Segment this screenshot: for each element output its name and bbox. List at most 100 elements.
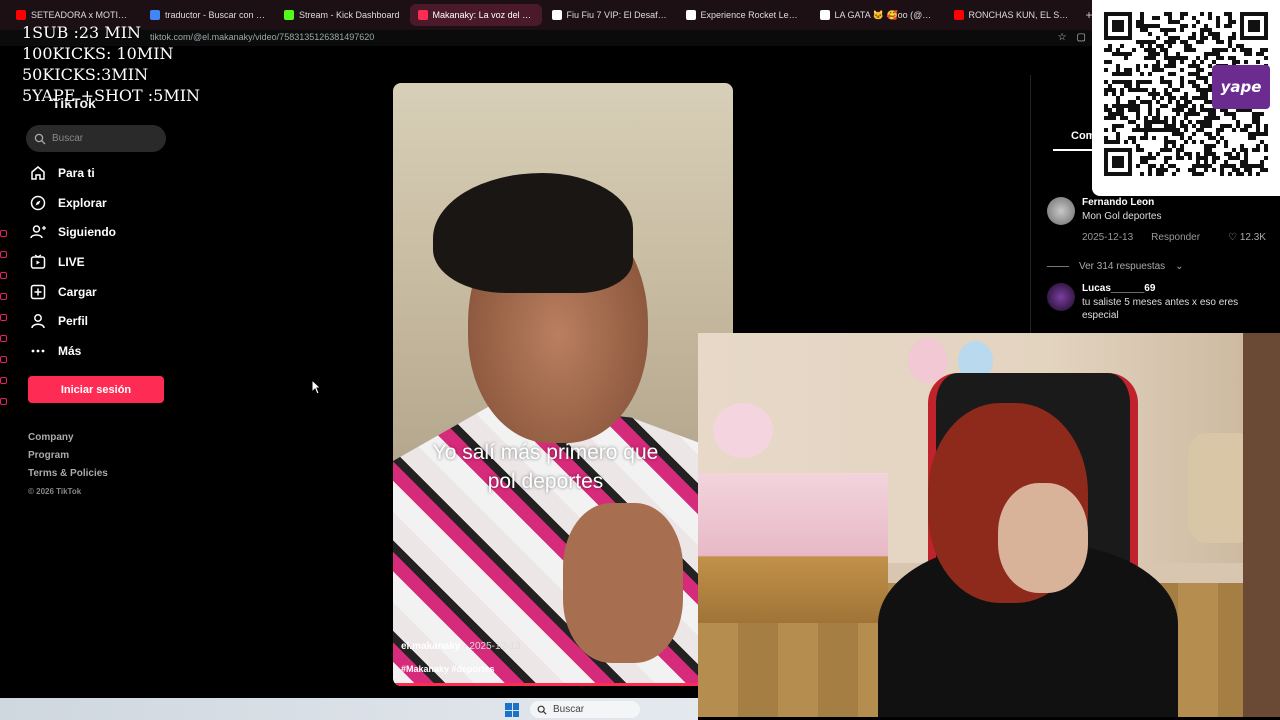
webcam-overlay	[698, 333, 1280, 717]
footer-link-company[interactable]: Company	[28, 431, 108, 449]
reply-button[interactable]: Responder	[1151, 232, 1200, 243]
browser-tab[interactable]: Makanaky: La voz del fútb	[409, 4, 542, 26]
subtitle-line: Yo salí más primero que	[432, 441, 659, 464]
windows-taskbar: Buscar	[0, 698, 698, 720]
nav-label: Para ti	[58, 165, 95, 180]
comment-text: Mon Gol deportes	[1082, 211, 1162, 222]
nav-item-live[interactable]: LIVE	[30, 247, 170, 277]
author-name[interactable]: el.makanaky	[401, 641, 461, 652]
nav-label: Siguiendo	[58, 225, 116, 240]
login-button[interactable]: Iniciar sesión	[28, 376, 164, 403]
comment-user[interactable]: Fernando Leon	[1082, 197, 1272, 208]
subtitle-line: pol deportes	[487, 470, 604, 493]
extension-icon[interactable]	[0, 314, 7, 321]
video-date: · 2025-12-13	[463, 641, 521, 652]
side-extension-icons	[0, 230, 8, 670]
streamer-face	[998, 483, 1088, 593]
extension-icon[interactable]	[0, 251, 7, 258]
tab-favicon-icon	[551, 10, 562, 20]
browser-tab[interactable]: LA GATA 🐱 🥰oo (@alex	[812, 4, 944, 26]
compass-icon	[30, 195, 46, 211]
more-icon	[30, 343, 46, 359]
footer-link-program[interactable]: Program	[28, 449, 108, 467]
taskbar-search-label: Buscar	[553, 704, 585, 715]
extension-icon[interactable]	[0, 356, 7, 363]
avatar[interactable]	[1047, 283, 1075, 311]
nav-item-perfil[interactable]: Perfil	[30, 306, 170, 336]
tab-favicon-icon	[417, 10, 428, 20]
extension-icon[interactable]	[0, 293, 7, 300]
nav-label: Perfil	[58, 314, 89, 329]
avatar[interactable]	[1047, 197, 1075, 225]
overlay-line: 100KICKS: 10MIN	[22, 44, 174, 63]
search-input[interactable]	[52, 133, 152, 144]
browser-tab[interactable]: Experience Rocket Lemon	[678, 4, 810, 26]
window-icon[interactable]: ▢	[1077, 31, 1086, 45]
footer-links: Company Program Terms & Policies © 2026 …	[28, 431, 108, 503]
like-button[interactable]: ♡ 12.3K	[1228, 232, 1266, 243]
extension-icon[interactable]	[0, 335, 7, 342]
nav-item-cargar[interactable]: Cargar	[30, 277, 170, 307]
video-author[interactable]: el.makanaky · 2025-12-13	[401, 641, 521, 652]
nav-item-siguiendo[interactable]: Siguiendo	[30, 217, 170, 247]
nav-label: Más	[58, 343, 82, 358]
video-frame-hand	[563, 503, 683, 663]
tab-favicon-icon	[16, 10, 26, 20]
bookmark-icon[interactable]: ☆	[1058, 31, 1067, 45]
comment-date: 2025-12-13	[1082, 232, 1134, 243]
home-icon	[30, 165, 46, 181]
copyright: © 2026 TikTok	[28, 487, 82, 496]
live-icon	[30, 254, 46, 270]
video-subtitle: Yo salí más primero que pol deportes	[393, 438, 698, 496]
video-player[interactable]: Yo salí más primero que pol deportes el.…	[393, 83, 733, 686]
search-icon	[537, 705, 547, 715]
nav-item-mas[interactable]: Más	[30, 336, 170, 366]
tab-title: Fiu Fiu 7 VIP: El Desafío d	[566, 10, 668, 20]
footer-link-terms[interactable]: Terms & Policies	[28, 467, 108, 485]
windows-start-icon[interactable]	[505, 703, 519, 717]
plush-toy	[713, 403, 773, 458]
comment-user[interactable]: Lucas______69	[1082, 283, 1272, 294]
browser-tab[interactable]: RONCHAS KUN, EL STREA	[946, 4, 1078, 26]
tab-favicon-icon	[685, 10, 696, 20]
chevron-down-icon: ⌄	[1175, 261, 1184, 272]
tab-title: RONCHAS KUN, EL STREA	[968, 10, 1070, 20]
tiktok-nav: Para ti Explorar Siguiendo LIVE Cargar P…	[30, 158, 170, 366]
taskbar-search[interactable]: Buscar	[530, 701, 640, 718]
overlay-line: 5YAPE +SHOT :5MIN	[22, 86, 201, 105]
video-hashtags[interactable]: #Makanaky #deportes	[401, 664, 495, 674]
divider	[1047, 266, 1069, 267]
user-follow-icon	[30, 224, 46, 240]
browser-tab[interactable]: Fiu Fiu 7 VIP: El Desafío d	[544, 4, 676, 26]
search-box[interactable]	[26, 125, 166, 152]
extension-icon[interactable]	[0, 230, 7, 237]
tab-favicon-icon	[150, 10, 160, 20]
nav-label: Cargar	[58, 284, 97, 299]
tab-title: traductor - Buscar con Go	[165, 10, 266, 20]
yape-logo: yape	[1212, 65, 1270, 109]
nav-item-para-ti[interactable]: Para ti	[30, 158, 170, 188]
new-tab-button[interactable]: +	[1080, 8, 1092, 22]
nav-label: Explorar	[58, 195, 107, 210]
tab-favicon-icon	[819, 10, 830, 20]
webcam-bed	[698, 473, 888, 623]
extension-icon[interactable]	[0, 272, 7, 279]
overlay-line: 1SUB :23 MIN	[22, 23, 142, 42]
browser-tab[interactable]: Stream - Kick Dashboard	[276, 4, 408, 26]
nav-item-explorar[interactable]: Explorar	[30, 188, 170, 218]
door	[1243, 333, 1280, 717]
profile-icon	[30, 313, 46, 329]
view-replies-button[interactable]: Ver 314 respuestas ⌄	[1047, 261, 1272, 272]
extension-icon[interactable]	[0, 377, 7, 384]
video-frame-hair	[433, 173, 633, 293]
yape-qr-code: yape	[1092, 0, 1280, 196]
video-progress-bar[interactable]	[393, 683, 733, 686]
address-icons: ☆ ▢	[1058, 31, 1086, 45]
tab-title: Experience Rocket Lemon	[700, 10, 802, 20]
overlay-line: 50KICKS:3MIN	[22, 65, 149, 84]
comment-text: tu saliste 5 meses antes x eso eres espe…	[1082, 297, 1239, 321]
upload-icon	[30, 284, 46, 300]
tab-title: Makanaky: La voz del fútb	[432, 10, 534, 20]
tab-favicon-icon	[953, 10, 964, 20]
extension-icon[interactable]	[0, 398, 7, 405]
